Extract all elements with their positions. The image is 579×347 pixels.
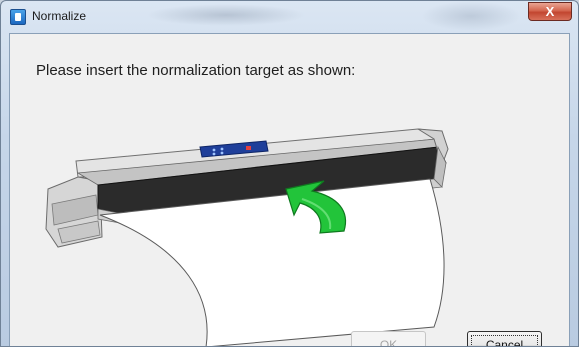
cancel-button[interactable]: Cancel <box>467 331 542 347</box>
close-button[interactable]: X <box>528 2 572 21</box>
app-icon <box>10 9 26 25</box>
title-bar[interactable]: Normalize X <box>1 1 578 33</box>
ok-button[interactable]: OK <box>351 331 426 347</box>
window-title: Normalize <box>32 9 87 23</box>
background-blur <box>421 1 521 31</box>
close-icon: X <box>545 4 555 19</box>
scanner-illustration <box>45 128 449 346</box>
dialog-window: Normalize X Please insert the normalizat… <box>0 0 579 347</box>
instruction-text: Please insert the normalization target a… <box>36 62 356 79</box>
ok-button-label: OK <box>379 338 398 347</box>
cancel-button-label: Cancel <box>485 338 524 347</box>
background-blur <box>146 4 306 26</box>
dialog-body: Please insert the normalization target a… <box>9 33 570 346</box>
